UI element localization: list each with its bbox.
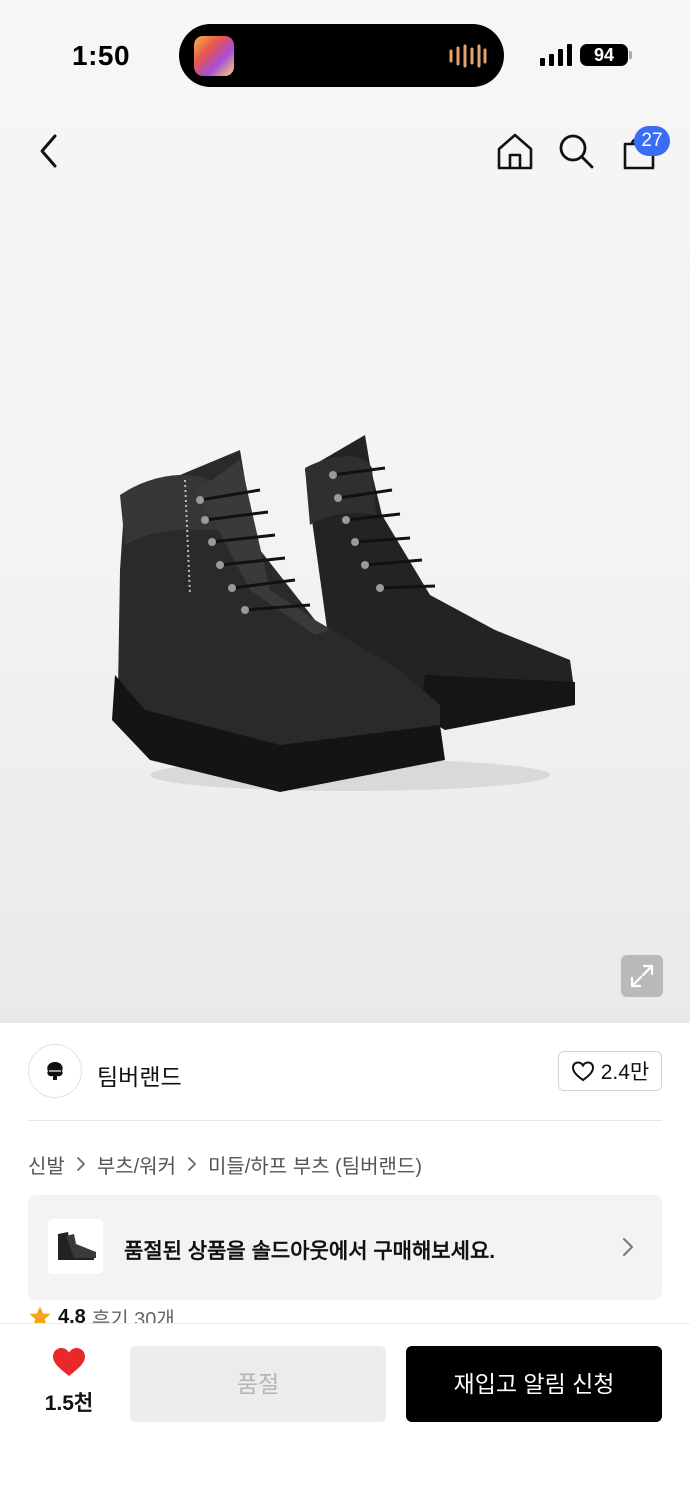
brand-like-count: 2.4만 [600, 1061, 650, 1084]
battery-nub [629, 51, 632, 59]
soldout-button: 품절 [130, 1346, 386, 1422]
back-button[interactable] [26, 128, 72, 174]
wishlist-count: 1.5천 [44, 1392, 94, 1415]
product-image[interactable] [100, 420, 590, 810]
chevron-right-icon [188, 1157, 196, 1171]
boot-thumbnail-icon [57, 1231, 96, 1260]
now-playing-artwork [194, 36, 234, 76]
product-hero: 27 [0, 0, 690, 1023]
wishlist-button[interactable]: 1.5천 [24, 1346, 114, 1417]
breadcrumb: 신발 부츠/워커 미들/하프 부츠 (팀버랜드) [28, 1150, 422, 1178]
chevron-right-icon [76, 1157, 85, 1171]
brand-logo[interactable] [28, 1044, 82, 1098]
banner-text: 품절된 상품을 솔드아웃에서 구매해보세요. [124, 1240, 496, 1263]
home-button[interactable] [492, 128, 538, 174]
home-icon [497, 133, 533, 170]
heart-filled-icon [53, 1348, 85, 1376]
chevron-right-icon [623, 1238, 633, 1256]
cart-count-badge: 27 [634, 126, 670, 156]
back-icon [40, 134, 57, 168]
breadcrumb-item-shoes[interactable]: 신발 [28, 1150, 65, 1179]
status-bar: 1:50 94 [0, 0, 690, 110]
bottom-action-bar: 1.5천 품절 재입고 알림 신청 [0, 1323, 690, 1500]
status-time: 1:50 [72, 40, 131, 71]
tree-icon [47, 1062, 63, 1080]
expand-image-button[interactable] [621, 955, 663, 997]
audio-wave-icon [449, 44, 487, 68]
brand-row: 팀버랜드 2.4만 [28, 1044, 662, 1100]
search-button[interactable] [553, 128, 599, 174]
search-icon [559, 134, 594, 169]
divider [28, 1120, 662, 1121]
brand-name[interactable]: 팀버랜드 [97, 1058, 182, 1092]
battery-indicator: 94 [580, 44, 628, 66]
restock-alert-button[interactable]: 재입고 알림 신청 [406, 1346, 662, 1422]
dynamic-island [179, 24, 504, 87]
breadcrumb-item-boots[interactable]: 부츠/워커 [97, 1150, 176, 1179]
banner-product-thumbnail [48, 1219, 103, 1274]
heart-outline-icon [571, 1061, 594, 1082]
breadcrumb-item-mid-boots[interactable]: 미들/하프 부츠 (팀버랜드) [208, 1150, 422, 1179]
expand-icon [630, 964, 654, 988]
soldout-promo-banner[interactable]: 품절된 상품을 솔드아웃에서 구매해보세요. [28, 1195, 662, 1300]
brand-like-button[interactable]: 2.4만 [558, 1051, 662, 1091]
cellular-signal-icon [540, 44, 572, 66]
